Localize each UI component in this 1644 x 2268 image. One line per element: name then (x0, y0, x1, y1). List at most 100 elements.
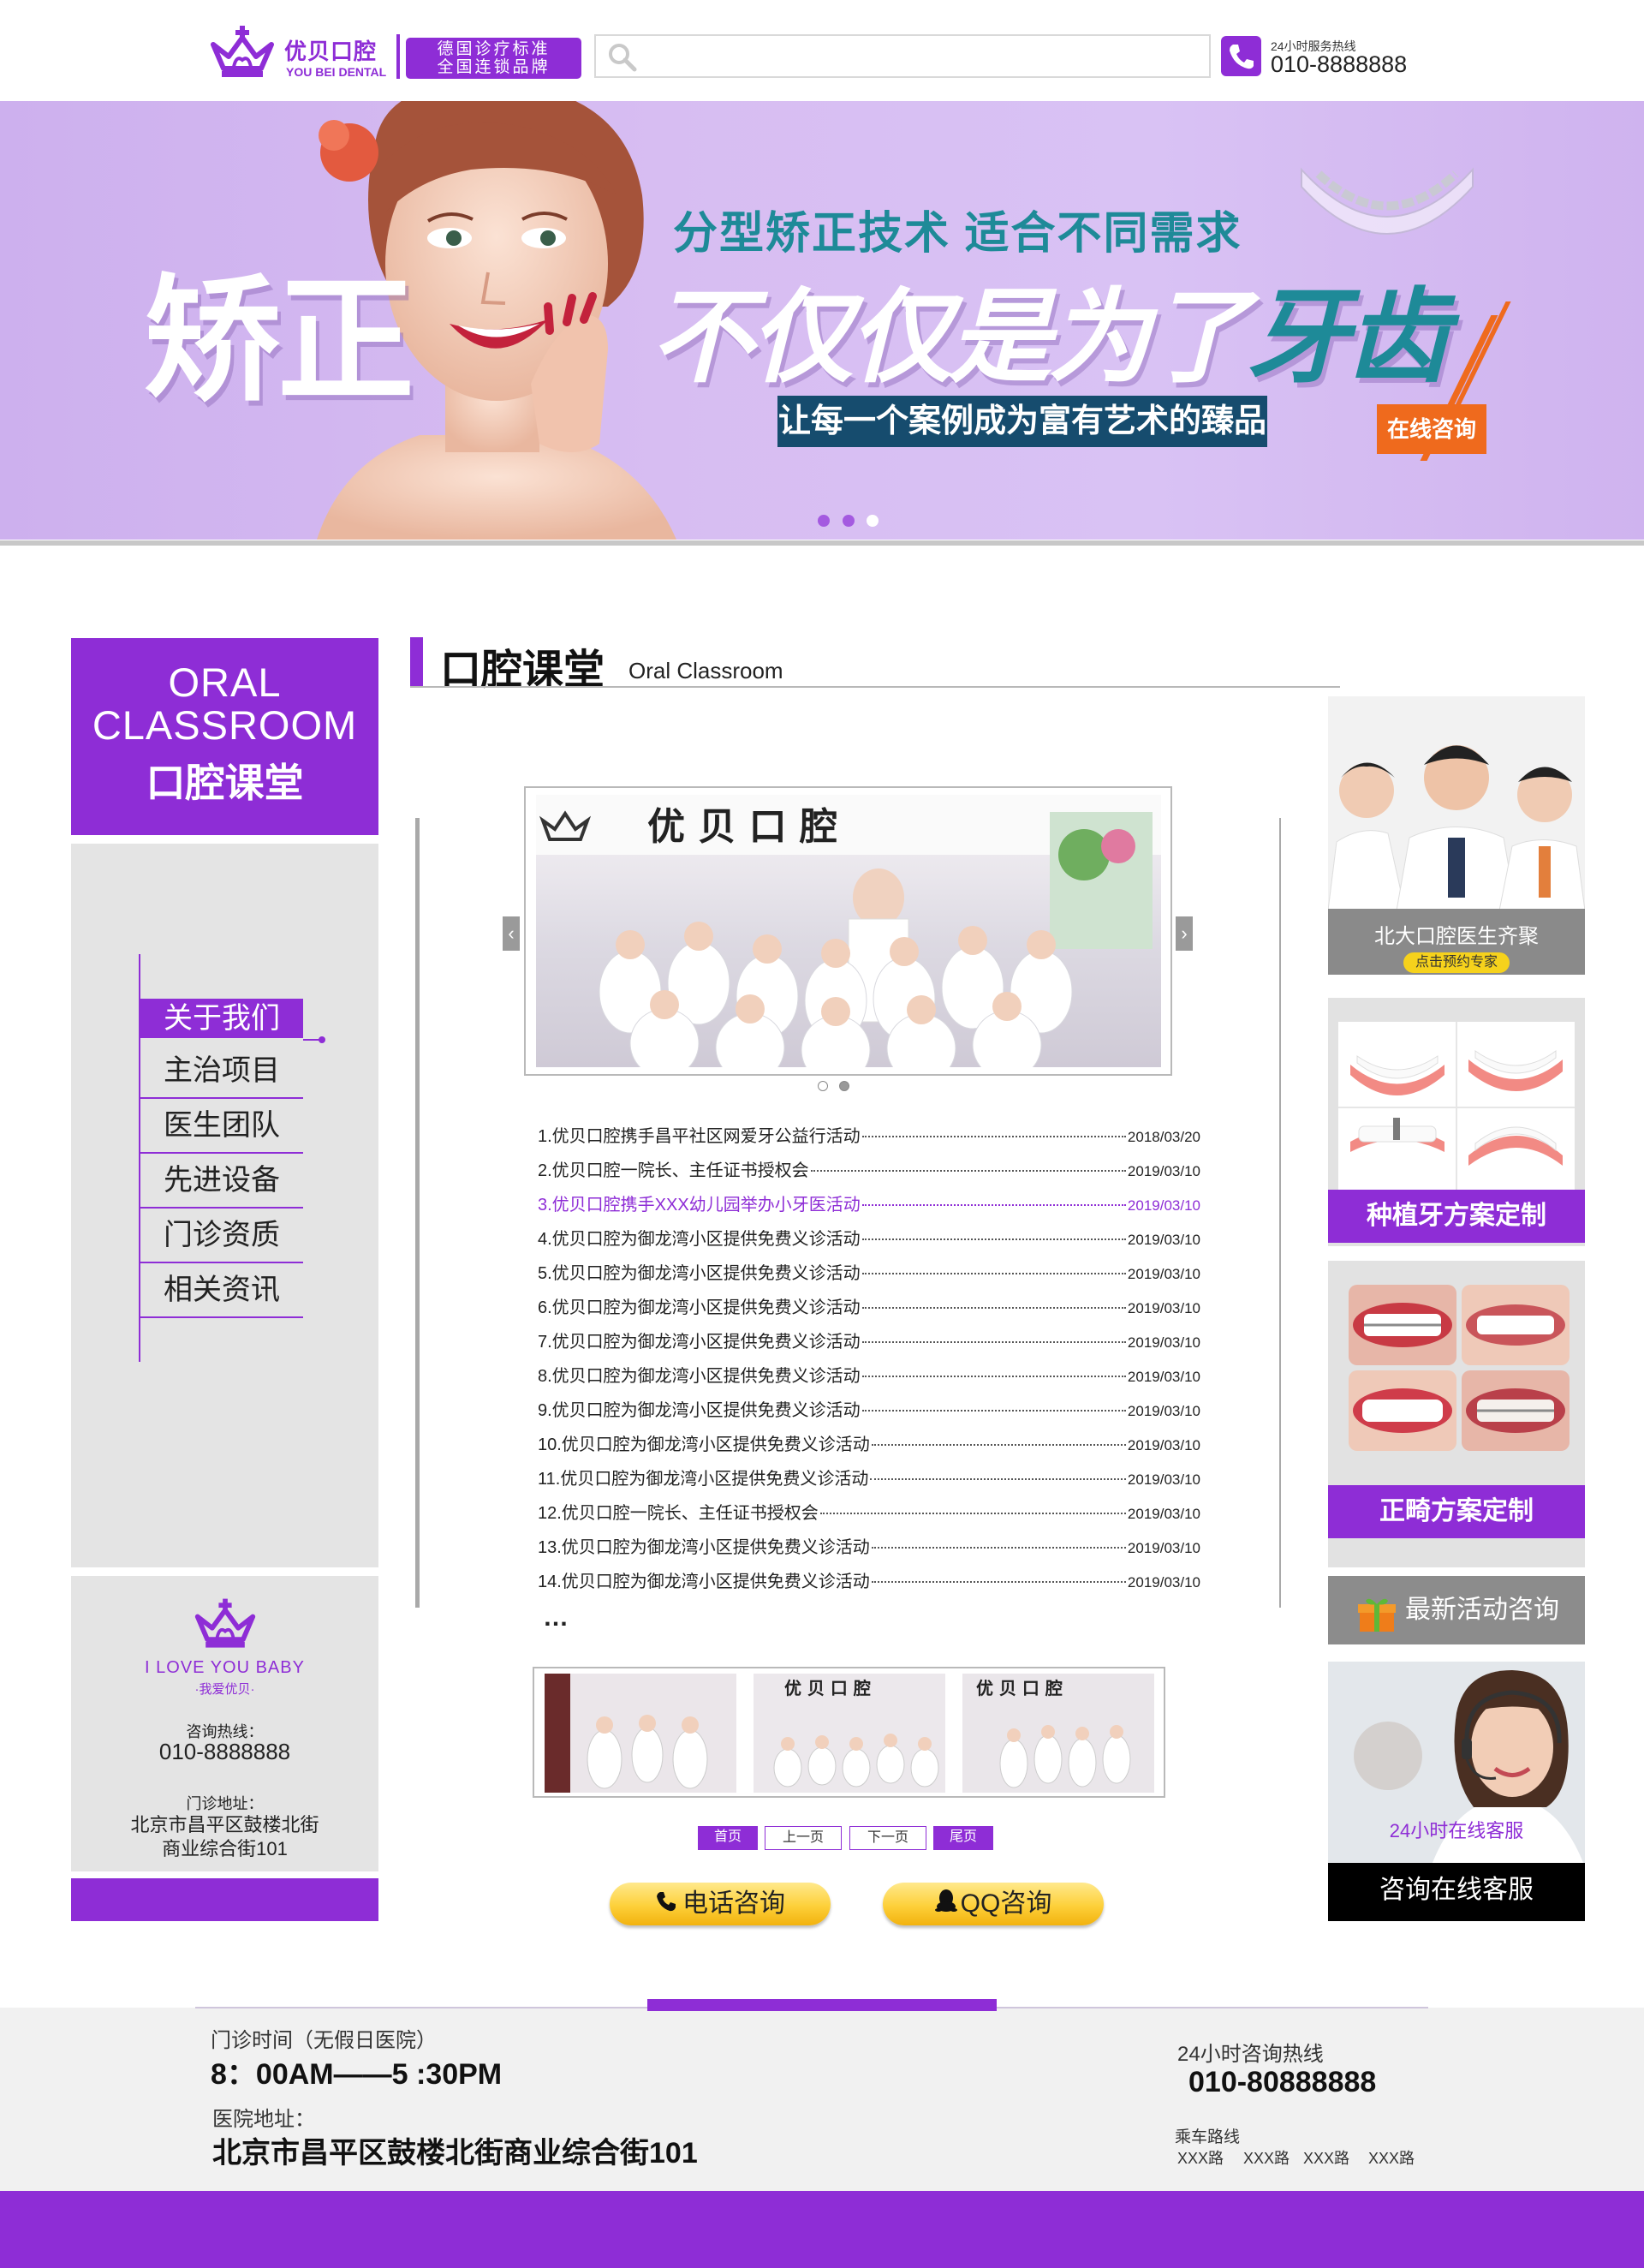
news-leader-dots (819, 1513, 1126, 1514)
pager-next-button[interactable]: 下一页 (849, 1826, 926, 1850)
latest-activity-button[interactable]: 最新活动咨询 (1328, 1576, 1585, 1644)
news-title[interactable]: 5.优贝口腔为御龙湾小区提供免费义诊活动 (538, 1259, 861, 1284)
gallery-dot[interactable] (818, 1081, 828, 1091)
logo-text[interactable]: 优贝口腔 (284, 34, 377, 66)
news-title[interactable]: 8.优贝口腔为御龙湾小区提供免费义诊活动 (538, 1362, 861, 1387)
online-service-button[interactable]: 咨询在线客服 (1328, 1863, 1585, 1921)
sidebar-item-equipment[interactable]: 先进设备 (140, 1155, 303, 1209)
logo-divider (396, 34, 400, 79)
list-item[interactable]: 7.优贝口腔为御龙湾小区提供免费义诊活动 2019/03/10 (538, 1328, 1200, 1362)
contact-address-line-2: 商业综合街101 (162, 1838, 288, 1859)
list-item-highlighted[interactable]: 3.优贝口腔携手XXX幼儿园举办小牙医活动 2019/03/10 (538, 1191, 1200, 1225)
brand-tagline-cn: ·我爱优贝· (194, 1682, 255, 1697)
gallery-photo[interactable]: 优 贝 口 腔 (536, 795, 1161, 1067)
banner-slide-dot[interactable] (843, 515, 855, 527)
gallery-dot-active[interactable] (839, 1081, 849, 1091)
route-item: XXX路 (1243, 2150, 1290, 2167)
list-item[interactable]: 13.优贝口腔为御龙湾小区提供免费义诊活动 2019/03/10 (538, 1533, 1200, 1567)
hotline-number[interactable]: 010-8888888 (1271, 51, 1407, 78)
list-item[interactable]: 10.优贝口腔为御龙湾小区提供免费义诊活动 2019/03/10 (538, 1430, 1200, 1465)
news-title[interactable]: 6.优贝口腔为御龙湾小区提供免费义诊活动 (538, 1293, 861, 1318)
banner-slide-dot-active[interactable] (867, 515, 879, 527)
route-item: XXX路 (1177, 2150, 1224, 2167)
implant-card[interactable]: 种植牙方案定制 (1328, 998, 1585, 1246)
news-title[interactable]: 4.优贝口腔为御龙湾小区提供免费义诊活动 (538, 1225, 861, 1250)
news-leader-dots (871, 1547, 1126, 1549)
news-date: 2019/03/10 (1127, 1403, 1200, 1419)
news-leader-dots (861, 1238, 1126, 1240)
qq-consult-button[interactable]: QQ咨询 (883, 1883, 1104, 1925)
content-border-right (1279, 818, 1281, 1608)
sidebar-item-qualifications[interactable]: 门诊资质 (140, 1210, 303, 1263)
thumbnail-image[interactable]: 优 贝 口 腔 (962, 1674, 1154, 1793)
search-bar[interactable] (594, 34, 1211, 78)
search-icon[interactable] (608, 43, 637, 72)
news-leader-dots (861, 1136, 1126, 1137)
news-title[interactable]: 10.优贝口腔为御龙湾小区提供免费义诊活动 (538, 1430, 870, 1455)
news-leader-dots (870, 1478, 1126, 1480)
footer-hotline-value[interactable]: 010-80888888 (1188, 2066, 1376, 2099)
news-title[interactable]: 1.优贝口腔携手昌平社区网爱牙公益行活动 (538, 1122, 861, 1147)
sidebar-item-news[interactable]: 相关资讯 (140, 1265, 303, 1318)
news-title[interactable]: 2.优贝口腔一院长、主任证书授权会 (538, 1156, 809, 1181)
latest-activity-label: 最新活动咨询 (1405, 1596, 1559, 1624)
dental-aligner-image (1301, 167, 1474, 235)
qq-penguin-icon (934, 1883, 957, 1926)
thumbnail-image[interactable] (545, 1674, 736, 1793)
pager-prev-button[interactable]: 上一页 (765, 1826, 842, 1850)
pager-first-button[interactable]: 首页 (698, 1826, 758, 1850)
implant-plan-button[interactable]: 种植牙方案定制 (1328, 1190, 1585, 1243)
sidebar-item-about[interactable]: 关于我们 (140, 999, 303, 1038)
news-title[interactable]: 12.优贝口腔一院长、主任证书授权会 (538, 1499, 819, 1524)
photo-gallery[interactable]: 优 贝 口 腔 (524, 786, 1172, 1076)
news-title[interactable]: 11.优贝口腔为御龙湾小区提供免费义诊活动 (538, 1465, 868, 1489)
list-item[interactable]: 4.优贝口腔为御龙湾小区提供免费义诊活动 2019/03/10 (538, 1225, 1200, 1259)
sidebar-item-treatments[interactable]: 主治项目 (140, 1046, 303, 1099)
doctors-caption-box[interactable]: 北大口腔医生齐聚 点击预约专家 (1328, 909, 1585, 975)
news-leader-dots (861, 1376, 1126, 1377)
news-more-link[interactable]: … (543, 1603, 570, 1632)
search-input[interactable] (647, 36, 1195, 75)
slogan-badge: 德国诊疗标准 全国连锁品牌 (406, 38, 581, 79)
list-item[interactable]: 5.优贝口腔为御龙湾小区提供免费义诊活动 2019/03/10 (538, 1259, 1200, 1293)
banner-headline-right-b: 牙齿 (1247, 280, 1449, 395)
list-item[interactable]: 2.优贝口腔一院长、主任证书授权会 2019/03/10 (538, 1156, 1200, 1191)
doctors-card[interactable]: 北大口腔医生齐聚 点击预约专家 (1328, 696, 1585, 975)
section-title-underline (410, 686, 1340, 688)
orthodontic-plan-button[interactable]: 正畸方案定制 (1328, 1485, 1585, 1538)
news-date: 2018/03/20 (1127, 1129, 1200, 1145)
customer-service-card[interactable]: 24小时在线客服 咨询在线客服 (1328, 1662, 1585, 1921)
gallery-next-button[interactable]: › (1176, 916, 1193, 951)
gallery-prev-button[interactable]: ‹ (503, 916, 520, 951)
orthodontic-card[interactable]: 正畸方案定制 (1328, 1261, 1585, 1567)
list-item[interactable]: 14.优贝口腔为御龙湾小区提供免费义诊活动 2019/03/10 (538, 1567, 1200, 1602)
thumbnail-image[interactable]: 优 贝 口 腔 (754, 1674, 945, 1793)
sidebar-item-doctors[interactable]: 医生团队 (140, 1101, 303, 1154)
news-title[interactable]: 14.优贝口腔为御龙湾小区提供免费义诊活动 (538, 1567, 870, 1592)
list-item[interactable]: 11.优贝口腔为御龙湾小区提供免费义诊活动 2019/03/10 (538, 1465, 1200, 1499)
list-item[interactable]: 12.优贝口腔一院长、主任证书授权会 2019/03/10 (538, 1499, 1200, 1533)
phone-consult-button[interactable]: 电话咨询 (610, 1883, 831, 1925)
thumbnail-strip: 优 贝 口 腔 优 贝 口 腔 (533, 1667, 1165, 1798)
menu-active-dot (319, 1036, 325, 1043)
contact-phone[interactable]: 010-8888888 (71, 1739, 378, 1765)
hero-banner[interactable]: 矫正 分型矫正技术 适合不同需求 不仅仅是为了牙齿 让每一个案例成为富有艺术的臻… (0, 101, 1644, 540)
news-title[interactable]: 13.优贝口腔为御龙湾小区提供免费义诊活动 (538, 1533, 870, 1558)
book-expert-button[interactable]: 点击预约专家 (1403, 952, 1510, 973)
online-consult-button[interactable]: 在线咨询 (1377, 404, 1486, 454)
route-item: XXX路 (1368, 2150, 1415, 2167)
site-footer: 门诊时间（无假日医院） 8：00AM——5 :30PM 医院地址： 北京市昌平区… (0, 2008, 1644, 2191)
banner-divider (0, 540, 1644, 546)
list-item[interactable]: 8.优贝口腔为御龙湾小区提供免费义诊活动 2019/03/10 (538, 1362, 1200, 1396)
list-item[interactable]: 9.优贝口腔为御龙湾小区提供免费义诊活动 2019/03/10 (538, 1396, 1200, 1430)
crown-logo-icon[interactable] (208, 26, 277, 81)
thumbnail-photo: 优 贝 口 腔 (962, 1674, 1154, 1793)
pager-last-button[interactable]: 尾页 (933, 1826, 993, 1850)
news-title[interactable]: 3.优贝口腔携手XXX幼儿园举办小牙医活动 (538, 1191, 861, 1215)
list-item[interactable]: 6.优贝口腔为御龙湾小区提供免费义诊活动 2019/03/10 (538, 1293, 1200, 1328)
banner-slide-dot[interactable] (818, 515, 830, 527)
news-title[interactable]: 7.优贝口腔为御龙湾小区提供免费义诊活动 (538, 1328, 861, 1352)
news-title[interactable]: 9.优贝口腔为御龙湾小区提供免费义诊活动 (538, 1396, 861, 1421)
news-leader-dots (861, 1410, 1126, 1412)
list-item[interactable]: 1.优贝口腔携手昌平社区网爱牙公益行活动 2018/03/20 (538, 1122, 1200, 1156)
